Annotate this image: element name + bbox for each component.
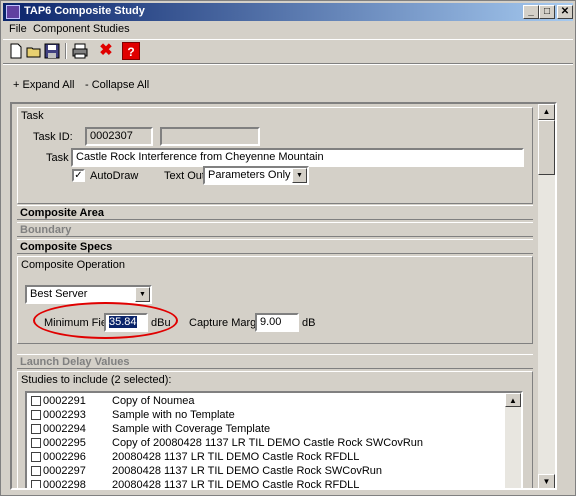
expand-all-link[interactable]: + Expand All [13, 79, 74, 91]
study-id: 0002298 [43, 479, 86, 490]
list-item[interactable]: 0002293 Sample with no Template [27, 409, 507, 423]
scroll-thumb[interactable] [538, 120, 555, 175]
list-item[interactable]: 0002295 Copy of 20080428 1137 LR TIL DEM… [27, 437, 507, 451]
composite-operation-value: Best Server [30, 288, 88, 300]
study-name: Sample with no Template [112, 409, 235, 421]
task-id-field: 0002307 [85, 127, 153, 146]
study-name: Copy of Noumea [112, 395, 195, 407]
text-out-label: Text Out: [164, 170, 209, 182]
minimum-field-value: 35.84 [109, 316, 137, 328]
text-out-value: Parameters Only [208, 169, 291, 181]
help-icon[interactable]: ? [122, 42, 140, 60]
panel-content: Task Task ID: 0002307 Task Castle Rock I… [12, 104, 536, 490]
minimize-button[interactable]: _ [523, 5, 539, 19]
delete-icon[interactable]: ✖ [97, 42, 115, 60]
study-id: 0002293 [43, 409, 86, 421]
scroll-up-icon[interactable]: ▲ [538, 104, 555, 120]
studies-list: 0002291 Copy of Noumea 0002293 Sample wi… [25, 391, 523, 490]
list-item[interactable]: 0002296 20080428 1137 LR TIL DEMO Castle… [27, 451, 507, 465]
title-bar[interactable]: TAP6 Composite Study _ □ ✕ [3, 3, 573, 21]
app-icon [6, 5, 20, 19]
window-title: TAP6 Composite Study [24, 5, 145, 17]
study-id: 0002294 [43, 423, 86, 435]
menu-file[interactable]: File [9, 23, 27, 35]
task-name-field[interactable]: Castle Rock Interference from Cheyenne M… [71, 148, 524, 167]
autodraw-label: AutoDraw [90, 170, 139, 182]
list-item[interactable]: 0002291 Copy of Noumea [27, 395, 507, 409]
new-icon[interactable] [7, 42, 25, 60]
open-icon[interactable] [25, 42, 43, 60]
study-name: Sample with Coverage Template [112, 423, 271, 435]
chevron-down-icon[interactable]: ▼ [135, 287, 150, 302]
list-item[interactable]: 0002294 Sample with Coverage Template [27, 423, 507, 437]
task-id-extra-field [160, 127, 260, 146]
menu-component-studies[interactable]: Component Studies [33, 23, 130, 35]
task-id-label: Task ID: [33, 131, 73, 143]
toolbar: ✖ ? [3, 39, 573, 61]
toolbar-separator [65, 43, 67, 59]
save-icon[interactable] [43, 42, 61, 60]
collapse-all-link[interactable]: - Collapse All [85, 79, 149, 91]
list-item[interactable]: 0002297 20080428 1137 LR TIL DEMO Castle… [27, 465, 507, 479]
study-checkbox[interactable] [31, 438, 41, 448]
section-launch-delay[interactable]: Launch Delay Values [17, 354, 533, 369]
capture-margin-input[interactable]: 9.00 [255, 313, 299, 332]
study-id: 0002297 [43, 465, 86, 477]
task-label: Task [46, 152, 69, 164]
list-scroll-up-icon[interactable]: ▲ [505, 393, 521, 407]
study-panel: Task Task ID: 0002307 Task Castle Rock I… [10, 102, 557, 490]
menu-bar: File Component Studies [3, 22, 573, 38]
capture-margin-label: Capture Margin [189, 317, 265, 329]
study-id: 0002295 [43, 437, 86, 449]
autodraw-checkbox[interactable]: ✓ [72, 169, 85, 182]
study-name: 20080428 1137 LR TIL DEMO Castle Rock RF… [112, 479, 360, 490]
print-icon[interactable] [71, 42, 89, 60]
chevron-down-icon[interactable]: ▼ [292, 168, 307, 183]
panel-scrollbar[interactable]: ▲ ▼ [538, 104, 555, 488]
study-checkbox[interactable] [31, 480, 41, 488]
study-name: Copy of 20080428 1137 LR TIL DEMO Castle… [112, 437, 424, 449]
scroll-down-icon[interactable]: ▼ [538, 474, 555, 488]
task-section-title: Task [21, 110, 44, 122]
study-name: 20080428 1137 LR TIL DEMO Castle Rock RF… [112, 451, 360, 463]
minimum-field-input[interactable]: 35.84 [104, 313, 148, 332]
app-window: TAP6 Composite Study _ □ ✕ File Componen… [0, 0, 576, 496]
composite-operation-select[interactable]: Best Server ▼ [25, 285, 152, 304]
studies-label: Studies to include (2 selected): [21, 374, 172, 386]
close-button[interactable]: ✕ [557, 5, 573, 19]
maximize-button[interactable]: □ [539, 5, 555, 19]
study-checkbox[interactable] [31, 452, 41, 462]
text-out-select[interactable]: Parameters Only ▼ [203, 166, 309, 185]
section-boundary[interactable]: Boundary [17, 222, 533, 237]
capture-margin-unit: dB [302, 317, 316, 329]
section-composite-area[interactable]: Composite Area [17, 205, 533, 220]
study-id: 0002291 [43, 395, 86, 407]
toolbar-divider [3, 63, 573, 65]
section-composite-specs[interactable]: Composite Specs [17, 239, 533, 254]
composite-operation-label: Composite Operation [21, 259, 125, 271]
study-id: 0002296 [43, 451, 86, 463]
study-checkbox[interactable] [31, 396, 41, 406]
study-checkbox[interactable] [31, 424, 41, 434]
list-scrollbar[interactable]: ▲ [505, 393, 521, 488]
study-name: 20080428 1137 LR TIL DEMO Castle Rock SW… [112, 465, 383, 477]
study-checkbox[interactable] [31, 410, 41, 420]
minimum-field-unit: dBu [151, 317, 171, 329]
study-checkbox[interactable] [31, 466, 41, 476]
list-item[interactable]: 0002298 20080428 1137 LR TIL DEMO Castle… [27, 479, 507, 490]
